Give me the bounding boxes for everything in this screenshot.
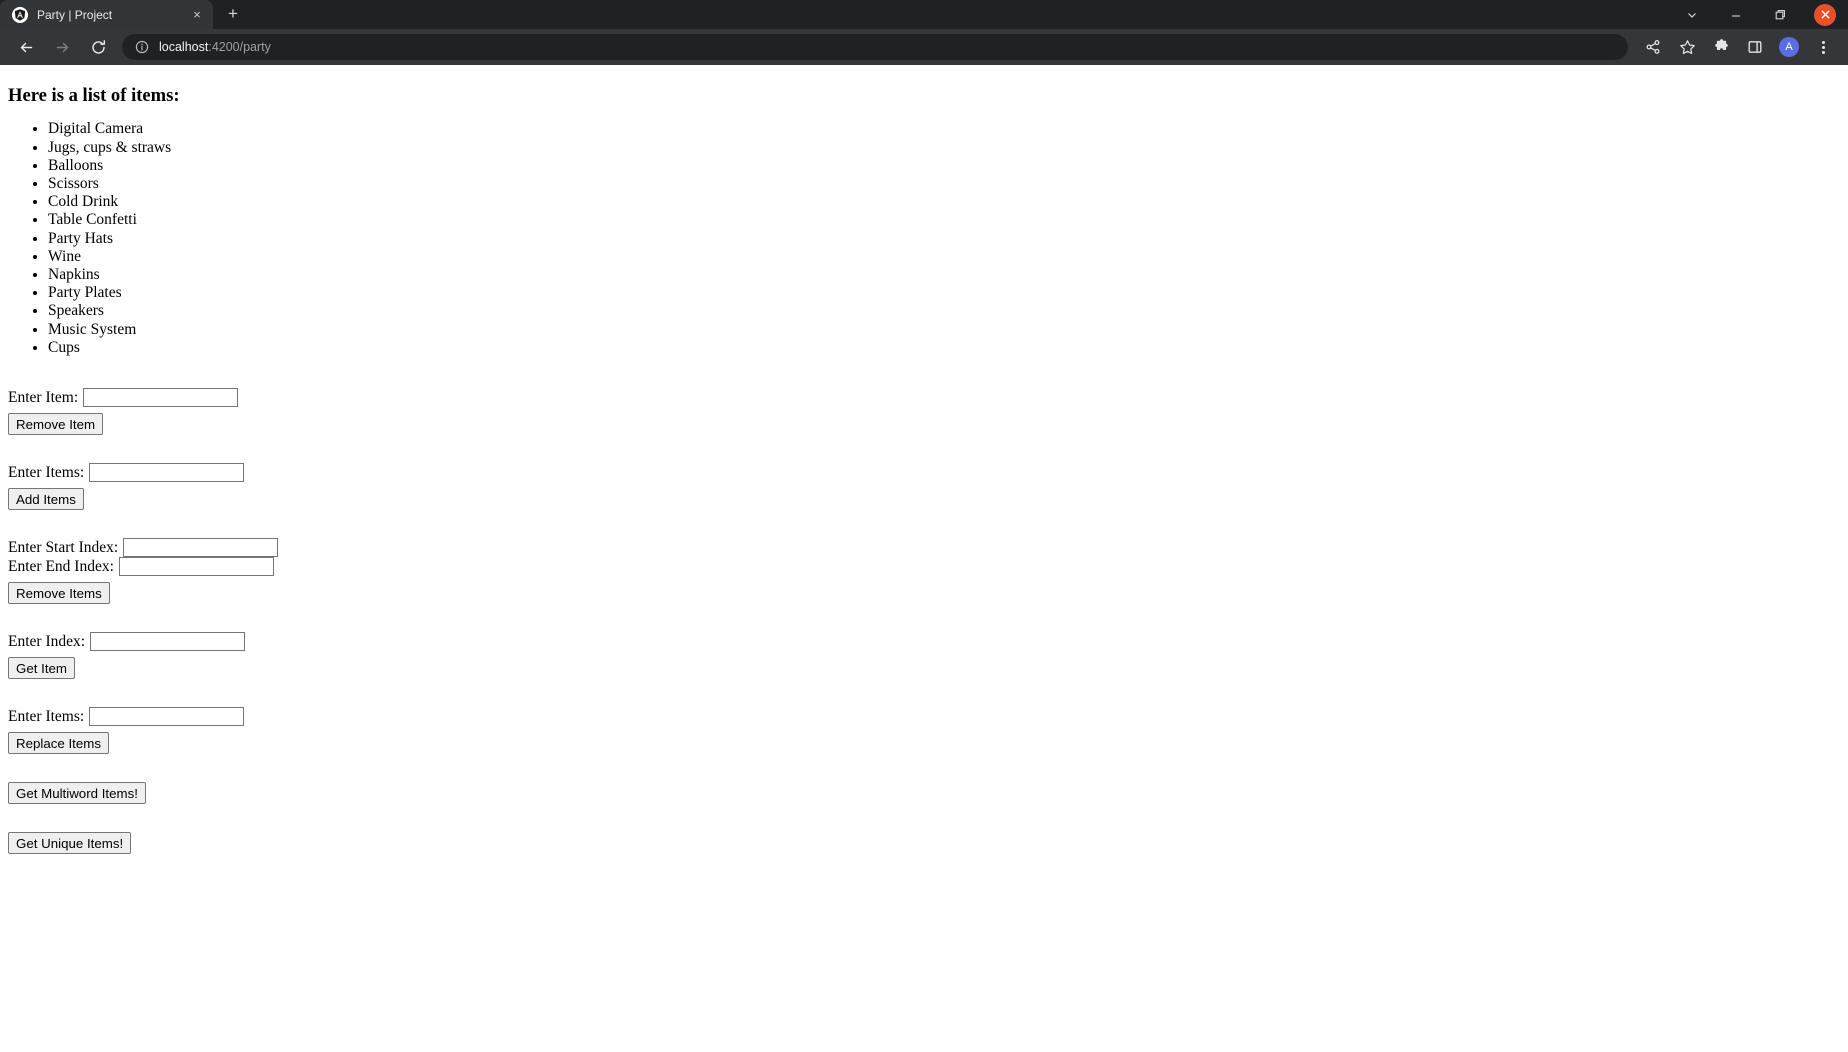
url-text: localhost:4200/party <box>159 40 271 54</box>
get-item-row: Enter Index: <box>8 632 1848 652</box>
enter-index-label: Enter Index: <box>8 632 86 650</box>
forms-section: Enter Item: Remove Item Enter Items: Add… <box>0 388 1848 855</box>
browser-toolbar: localhost:4200/party A <box>0 29 1848 65</box>
chevron-down-icon[interactable] <box>1670 0 1714 29</box>
list-item: Cups <box>48 339 1848 357</box>
enter-end-index-label: Enter End Index: <box>8 557 114 575</box>
avatar: A <box>1779 37 1799 57</box>
items-list: Digital Camera Jugs, cups & straws Ballo… <box>0 120 1848 357</box>
tab-title: Party | Project <box>37 7 113 22</box>
row-gap <box>8 407 1848 413</box>
list-item: Digital Camera <box>48 120 1848 138</box>
list-item: Table Confetti <box>48 211 1848 229</box>
row-gap <box>8 726 1848 732</box>
remove-items-button[interactable]: Remove Items <box>8 582 110 605</box>
chrome-menu-icon[interactable] <box>1808 33 1838 61</box>
get-unique-items-button[interactable]: Get Unique Items! <box>8 832 132 855</box>
list-item: Wine <box>48 248 1848 266</box>
menu-dot <box>1821 45 1825 49</box>
get-item-index-input[interactable] <box>90 632 246 652</box>
enter-items-label: Enter Items: <box>8 463 85 481</box>
party-page: Here is a list of items: Digital Camera … <box>0 85 1848 855</box>
start-index-input[interactable] <box>123 538 279 558</box>
list-item: Cold Drink <box>48 193 1848 211</box>
add-items-button[interactable]: Add Items <box>8 488 84 511</box>
window-controls <box>1670 0 1848 29</box>
list-item: Jugs, cups & straws <box>48 139 1848 157</box>
list-item: Party Hats <box>48 230 1848 248</box>
get-multiword-items-button[interactable]: Get Multiword Items! <box>8 782 146 805</box>
list-item: Scissors <box>48 175 1848 193</box>
close-window-button[interactable] <box>1802 0 1848 29</box>
extensions-puzzle-icon[interactable] <box>1706 33 1736 61</box>
row-gap <box>8 651 1848 657</box>
back-button-icon[interactable] <box>12 33 40 61</box>
share-icon[interactable] <box>1638 33 1668 61</box>
list-item: Balloons <box>48 157 1848 175</box>
row-gap <box>8 576 1848 582</box>
menu-dot <box>1821 50 1825 54</box>
close-icon <box>1814 3 1836 26</box>
profile-avatar[interactable]: A <box>1774 33 1804 61</box>
add-items-row: Enter Items: <box>8 463 1848 483</box>
site-info-icon[interactable] <box>134 39 150 55</box>
address-bar[interactable]: localhost:4200/party <box>122 34 1628 60</box>
remove-item-row: Enter Item: <box>8 388 1848 408</box>
url-host: localhost <box>159 40 209 54</box>
maximize-icon[interactable] <box>1758 0 1802 29</box>
page-title: Here is a list of items: <box>8 85 180 106</box>
side-panel-icon[interactable] <box>1740 33 1770 61</box>
close-icon[interactable]: × <box>189 7 205 23</box>
end-index-input[interactable] <box>118 557 274 577</box>
replace-items-label: Enter Items: <box>8 707 85 725</box>
start-index-row: Enter Start Index: <box>8 538 1848 558</box>
forward-button-icon[interactable] <box>48 33 76 61</box>
enter-item-label: Enter Item: <box>8 388 79 406</box>
toolbar-icons: A <box>1636 33 1840 61</box>
get-item-button[interactable]: Get Item <box>8 657 75 680</box>
angular-favicon <box>12 6 28 23</box>
enter-start-index-label: Enter Start Index: <box>8 538 119 556</box>
end-index-row: Enter End Index: <box>8 557 1848 577</box>
list-item: Napkins <box>48 266 1848 284</box>
replace-items-row: Enter Items: <box>8 707 1848 727</box>
bookmark-star-icon[interactable] <box>1672 33 1702 61</box>
menu-dot <box>1821 40 1825 44</box>
list-item: Party Plates <box>48 284 1848 302</box>
minimize-icon[interactable] <box>1714 0 1758 29</box>
browser-window: Party | Project × + localhost:4200/party… <box>0 0 1848 1052</box>
url-path: :4200/party <box>208 40 271 54</box>
add-items-input[interactable] <box>89 463 245 483</box>
page-viewport: Here is a list of items: Digital Camera … <box>0 65 1848 1052</box>
replace-items-button[interactable]: Replace Items <box>8 732 109 755</box>
remove-item-button[interactable]: Remove Item <box>8 413 104 436</box>
replace-items-input[interactable] <box>89 707 245 727</box>
new-tab-button[interactable]: + <box>219 0 247 28</box>
browser-tab-party-project[interactable]: Party | Project × <box>0 0 213 29</box>
enter-item-input[interactable] <box>83 388 239 408</box>
row-gap <box>8 482 1848 488</box>
three-dot-menu <box>1821 40 1825 54</box>
tab-strip: Party | Project × + <box>0 0 1848 29</box>
list-item: Music System <box>48 321 1848 339</box>
reload-button-icon[interactable] <box>84 33 112 61</box>
list-item: Speakers <box>48 302 1848 320</box>
